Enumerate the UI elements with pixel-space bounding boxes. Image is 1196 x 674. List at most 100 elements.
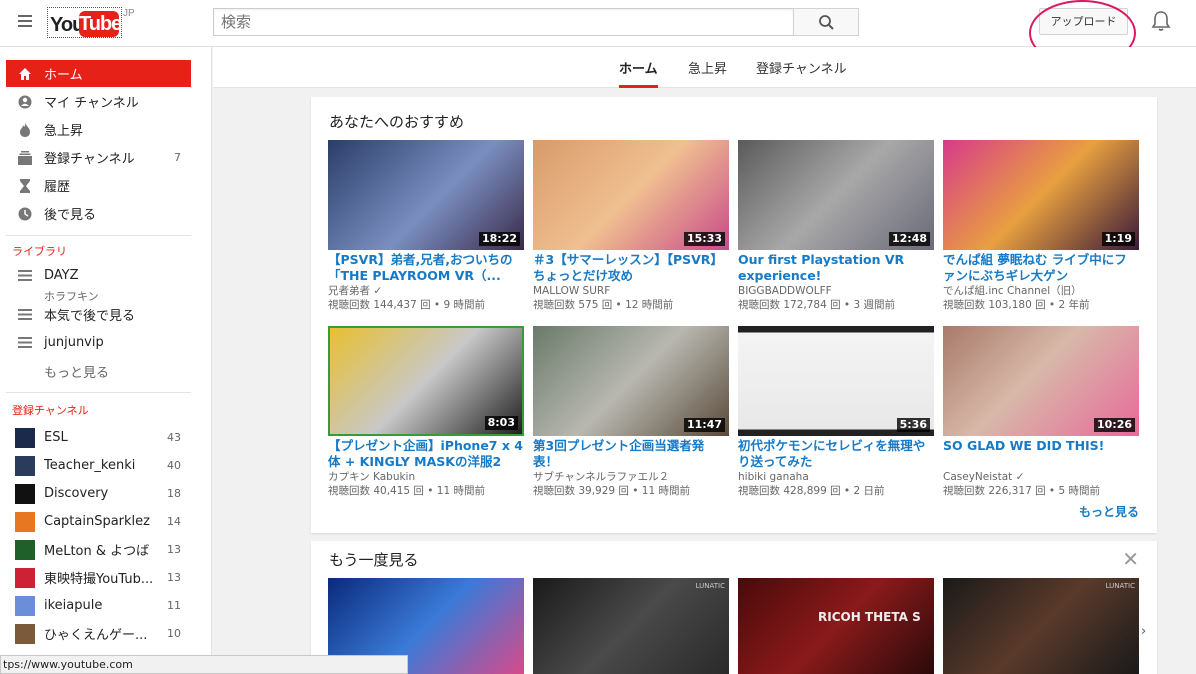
shelf-more-button[interactable]: もっと見る bbox=[1079, 503, 1139, 520]
video-title[interactable]: 第3回プレゼント企画当選者発表！ bbox=[533, 438, 729, 470]
sidebar-channel-captainsparklez[interactable]: CaptainSparklez 14 bbox=[6, 508, 191, 535]
video-thumbnail[interactable]: 11:47 bbox=[533, 326, 729, 436]
sidebar-item-count: 10 bbox=[167, 627, 181, 640]
sidebar-item-label: ikeiapule bbox=[44, 598, 103, 613]
search-icon bbox=[819, 15, 834, 30]
home-icon bbox=[19, 67, 31, 80]
sidebar-item-label: MeLton & よつば bbox=[44, 544, 150, 559]
sidebar-playlist-junjunvip[interactable]: junjunvip bbox=[6, 329, 191, 356]
tab-trending[interactable]: 急上昇 bbox=[688, 58, 727, 88]
video-thumbnail[interactable]: LUNATIC bbox=[533, 578, 729, 674]
sidebar-item-home[interactable]: ホーム bbox=[6, 60, 191, 87]
clock-icon bbox=[18, 207, 32, 220]
sidebar-channel-teacher-kenki[interactable]: Teacher_kenki 40 bbox=[6, 452, 191, 479]
video-card[interactable]: 12:48 Our first Playstation VR experienc… bbox=[738, 140, 934, 312]
video-title[interactable]: 【PSVR】弟者,兄者,おついちの「THE PLAYROOM VR（... bbox=[328, 252, 524, 284]
account-icon bbox=[18, 95, 32, 108]
video-thumbnail[interactable]: 10:26 bbox=[943, 326, 1139, 436]
video-channel[interactable]: カプキン Kabukin bbox=[328, 470, 524, 484]
video-card[interactable]: 1:19 でんぱ組 夢眠ねむ ライブ中にファンにぶちギレ大ゲン でんぱ組.inc… bbox=[943, 140, 1139, 312]
sidebar-divider bbox=[6, 235, 191, 236]
video-card[interactable]: 18:22 【PSVR】弟者,兄者,おついちの「THE PLAYROOM VR（… bbox=[328, 140, 524, 312]
channel-avatar bbox=[15, 483, 35, 504]
sidebar-channel-esl[interactable]: ESL 43 bbox=[6, 424, 191, 451]
sidebar-item-label: 後で見る bbox=[44, 208, 97, 223]
sidebar-item-label: ホーム bbox=[44, 68, 83, 83]
sidebar-item-label: Teacher_kenki bbox=[44, 458, 136, 473]
upload-button[interactable]: アップロード bbox=[1039, 8, 1128, 35]
close-icon[interactable]: ✕ bbox=[1122, 549, 1139, 569]
sidebar-channel-discovery[interactable]: Discovery 18 bbox=[6, 480, 191, 507]
logo-tube-text: Tube bbox=[79, 11, 122, 37]
video-channel[interactable]: サブチャンネルラファエル２ bbox=[533, 470, 729, 484]
flame-icon bbox=[20, 122, 30, 137]
video-title[interactable]: 初代ポケモンにセレビィを無理やり送ってみた bbox=[738, 438, 934, 470]
video-duration: 5:36 bbox=[896, 418, 930, 432]
video-thumbnail[interactable]: 18:22 bbox=[328, 140, 524, 250]
video-thumbnail[interactable]: 15:33 bbox=[533, 140, 729, 250]
sidebar-channel-hyakuen[interactable]: ひゃくえんゲー... 10 bbox=[6, 620, 191, 647]
sidebar-playlist-dayz[interactable]: DAYZ bbox=[6, 262, 191, 289]
video-card[interactable]: 10:26 SO GLAD WE DID THIS! CaseyNeistat … bbox=[943, 326, 1139, 498]
video-card[interactable]: 15:33 ＃3【サマーレッスン】【PSVR】ちょっとだけ攻め MALLOW S… bbox=[533, 140, 729, 312]
guide-menu-button[interactable] bbox=[18, 15, 32, 27]
sidebar-item-my-channel[interactable]: マイ チャンネル bbox=[6, 88, 191, 115]
video-thumbnail[interactable]: 8:03 bbox=[328, 326, 524, 436]
channel-avatar bbox=[15, 427, 35, 448]
video-thumbnail[interactable]: 1:19 bbox=[943, 140, 1139, 250]
video-channel[interactable]: hibiki ganaha bbox=[738, 470, 934, 484]
notifications-button[interactable] bbox=[1151, 10, 1171, 32]
video-meta: 視聴回数 172,784 回 • 3 週間前 bbox=[738, 299, 895, 311]
video-thumbnail[interactable]: LUNATIC bbox=[943, 578, 1139, 674]
video-thumbnail[interactable]: RICOH THETA S bbox=[738, 578, 934, 674]
library-more-link[interactable]: もっと見る bbox=[44, 362, 109, 381]
youtube-logo[interactable]: You Tube bbox=[47, 7, 122, 38]
video-title[interactable]: SO GLAD WE DID THIS! bbox=[943, 438, 1139, 470]
video-channel[interactable]: 兄者弟者 ✓ bbox=[328, 284, 524, 298]
recommended-shelf: あなたへのおすすめ 18:22 【PSVR】弟者,兄者,おついちの「THE PL… bbox=[311, 97, 1157, 533]
video-meta: 視聴回数 575 回 • 12 時間前 bbox=[533, 299, 674, 311]
video-title[interactable]: でんぱ組 夢眠ねむ ライブ中にファンにぶちギレ大ゲン bbox=[943, 252, 1139, 284]
channel-avatar bbox=[15, 623, 35, 644]
video-title[interactable]: 【プレゼント企画】iPhone7 x 4体 + KINGLY MASKの洋服2 bbox=[328, 438, 524, 470]
sidebar-channel-toei[interactable]: 東映特撮YouTub... 13 bbox=[6, 564, 191, 591]
channel-avatar bbox=[15, 455, 35, 476]
video-card[interactable]: 5:36 初代ポケモンにセレビィを無理やり送ってみた hibiki ganaha… bbox=[738, 326, 934, 498]
video-channel[interactable]: CaseyNeistat ✓ bbox=[943, 470, 1139, 484]
sidebar-item-count: 40 bbox=[167, 459, 181, 472]
sidebar-item-trending[interactable]: 急上昇 bbox=[6, 116, 191, 143]
channel-avatar bbox=[15, 511, 35, 532]
sidebar-channel-melton[interactable]: MeLton & よつば 13 bbox=[6, 536, 191, 563]
video-duration: 11:47 bbox=[683, 418, 725, 432]
video-channel[interactable]: MALLOW SURF bbox=[533, 284, 729, 298]
library-section-title: ライブラリ bbox=[12, 245, 67, 258]
shelf-title: もう一度見る bbox=[329, 551, 419, 569]
video-card[interactable]: 8:03 【プレゼント企画】iPhone7 x 4体 + KINGLY MASK… bbox=[328, 326, 524, 498]
video-thumbnail[interactable]: 12:48 bbox=[738, 140, 934, 250]
tab-subscriptions[interactable]: 登録チャンネル bbox=[756, 58, 847, 88]
shelf-next-arrow-icon[interactable]: › bbox=[1141, 624, 1146, 639]
video-title[interactable]: Our first Playstation VR experience! bbox=[738, 252, 934, 284]
video-duration: 10:26 bbox=[1093, 418, 1135, 432]
video-duration: 1:19 bbox=[1101, 232, 1135, 246]
sidebar-item-label: 本気で後で見る bbox=[44, 309, 136, 324]
sidebar-item-label: 急上昇 bbox=[44, 124, 84, 139]
tab-home[interactable]: ホーム bbox=[619, 58, 658, 88]
sidebar-channel-ikeiapule[interactable]: ikeiapule 11 bbox=[6, 592, 191, 619]
sidebar-playlist-watch-later[interactable]: 本気で後で見る bbox=[6, 301, 191, 328]
masthead: You Tube JP アップロード bbox=[0, 0, 1196, 66]
search-button[interactable] bbox=[793, 8, 859, 36]
video-card[interactable]: 11:47 第3回プレゼント企画当選者発表！ サブチャンネルラファエル２ 視聴回… bbox=[533, 326, 729, 498]
video-meta: 視聴回数 428,899 回 • 2 日前 bbox=[738, 485, 885, 497]
sidebar-item-watch-later[interactable]: 後で見る bbox=[6, 200, 191, 227]
video-channel[interactable]: でんぱ組.inc Channel（旧） bbox=[943, 284, 1139, 298]
playlist-icon bbox=[18, 337, 32, 348]
video-channel[interactable]: BIGGBADDWOLFF bbox=[738, 284, 934, 298]
search-input[interactable] bbox=[214, 9, 793, 35]
sidebar-item-subscriptions[interactable]: 登録チャンネル 7 bbox=[6, 144, 191, 171]
sidebar-item-count: 43 bbox=[167, 431, 181, 444]
video-title[interactable]: ＃3【サマーレッスン】【PSVR】ちょっとだけ攻め bbox=[533, 252, 729, 284]
sidebar-item-history[interactable]: 履歴 bbox=[6, 172, 191, 199]
sidebar-item-count: 13 bbox=[167, 571, 181, 584]
video-thumbnail[interactable]: 5:36 bbox=[738, 326, 934, 436]
